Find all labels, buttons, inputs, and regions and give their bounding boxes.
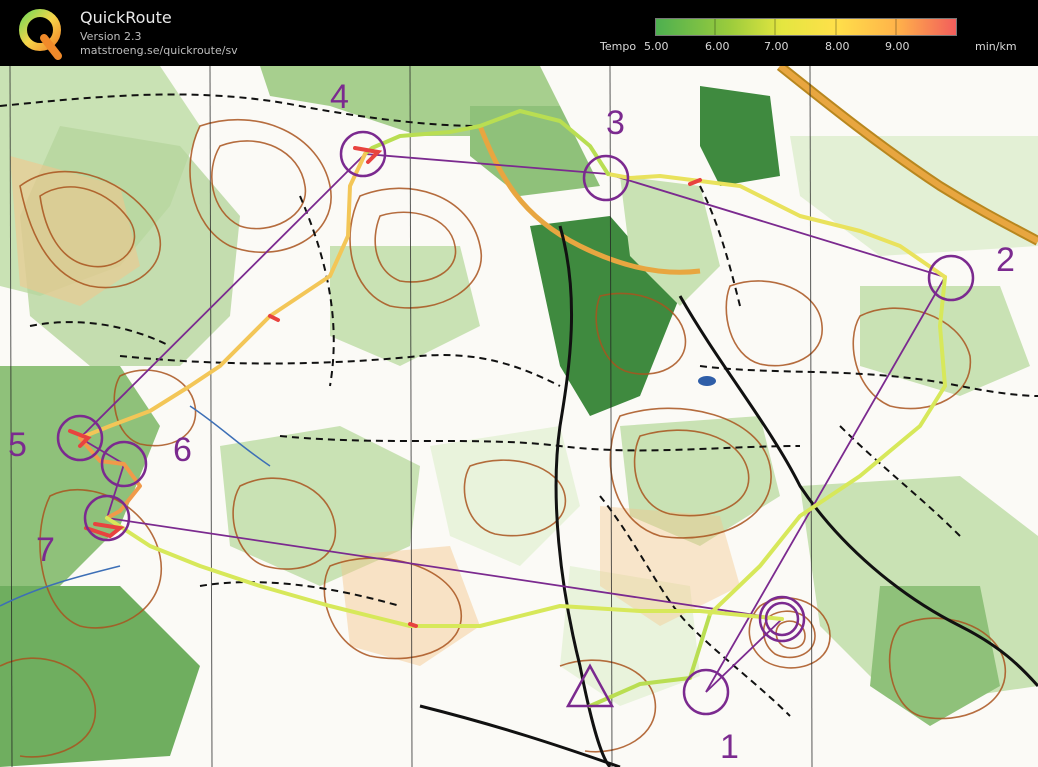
legend-tick: 9.00 [885,40,910,53]
app-title: QuickRoute [80,8,172,27]
control-number-2: 2 [996,241,1015,279]
legend-tempo-label: Tempo [600,40,637,53]
legend-tick: 6.00 [705,40,730,53]
orienteering-map[interactable]: 1 2 3 4 5 6 7 [0,66,1038,767]
control-number-6: 6 [173,431,192,469]
control-number-4: 4 [330,78,349,116]
tempo-legend-bar [655,18,957,36]
legend-unit: min/km [975,40,1017,53]
quickroute-logo-icon [19,9,62,60]
legend-tick: 5.00 [644,40,669,53]
control-number-1: 1 [720,728,739,766]
legend-tick: 8.00 [825,40,850,53]
app-url: matstroeng.se/quickroute/sv [80,44,238,57]
legend-tick: 7.00 [764,40,789,53]
control-number-5: 5 [8,426,27,464]
header-bar: QuickRoute Version 2.3 matstroeng.se/qui… [0,0,1038,66]
control-number-3: 3 [606,104,625,142]
control-number-7: 7 [36,531,55,569]
app-version: Version 2.3 [80,30,142,43]
